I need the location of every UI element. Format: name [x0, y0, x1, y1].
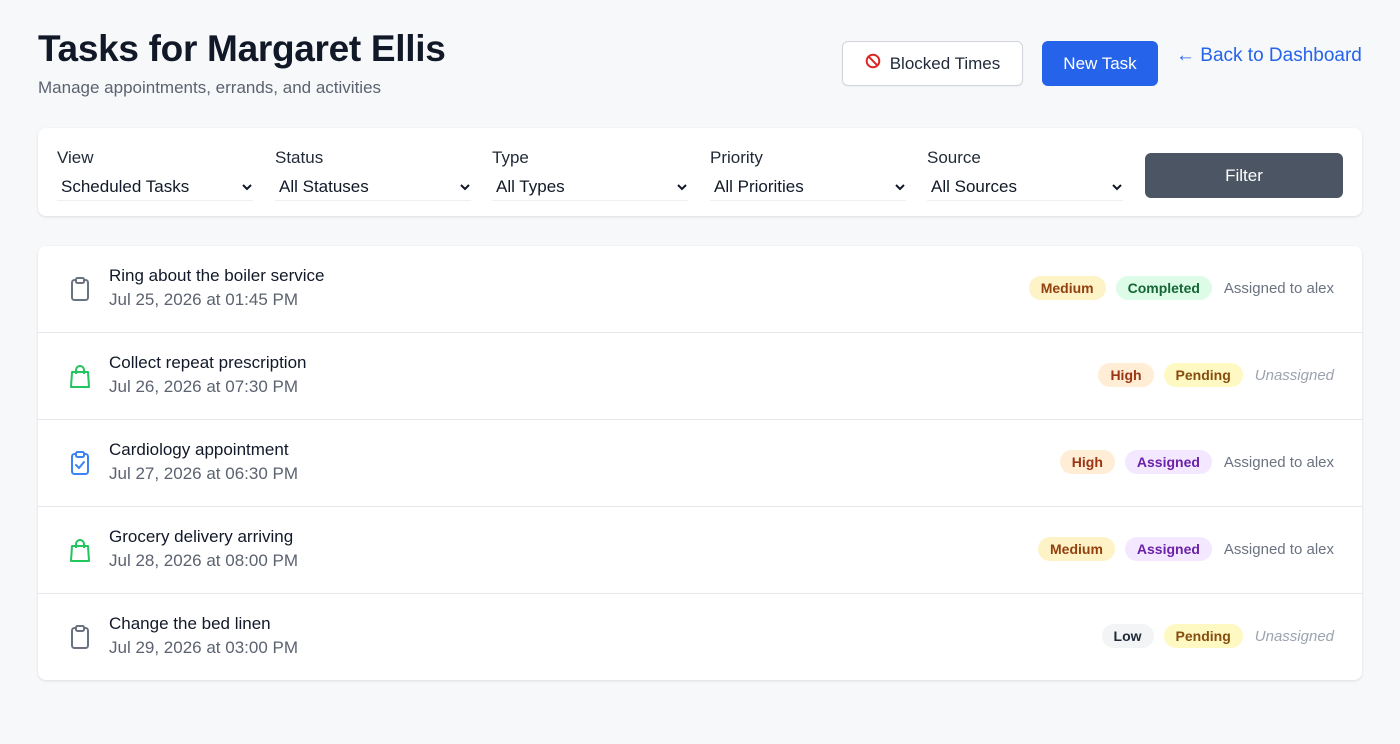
page-subtitle: Manage appointments, errands, and activi… [38, 78, 382, 97]
chevron-down-icon [1112, 184, 1122, 191]
chevron-down-icon [242, 184, 252, 191]
status-badge: Completed [1115, 276, 1212, 300]
assignee-text: Assigned to alex [1223, 540, 1334, 558]
filter-button[interactable]: Filter [1145, 153, 1343, 198]
status-select-value: All Statuses [279, 177, 369, 196]
task-datetime: Jul 28, 2026 at 08:00 PM [109, 551, 299, 570]
filter-source-label: Source [927, 148, 981, 167]
task-meta: Medium Completed Assigned to alex [1028, 276, 1334, 300]
filter-view-label: View [57, 148, 94, 167]
task-datetime: Jul 26, 2026 at 07:30 PM [109, 377, 299, 396]
task-datetime: Jul 25, 2026 at 01:45 PM [109, 290, 299, 309]
status-badge: Pending [1163, 363, 1243, 387]
priority-select[interactable]: All Priorities [710, 174, 906, 201]
filter-view: View Scheduled Tasks [57, 148, 253, 201]
chevron-down-icon [677, 184, 687, 191]
filter-type-label: Type [492, 148, 529, 167]
clipboard-icon [68, 624, 92, 650]
priority-badge: High [1059, 450, 1115, 474]
filter-status: Status All Statuses [275, 148, 471, 201]
shopping-bag-icon [68, 363, 92, 389]
task-list: Ring about the boiler service Jul 25, 20… [38, 246, 1362, 680]
task-meta: High Pending Unassigned [1098, 363, 1334, 387]
task-datetime: Jul 27, 2026 at 06:30 PM [109, 464, 299, 483]
view-select-value: Scheduled Tasks [61, 177, 190, 196]
back-to-dashboard-link[interactable]: ← Back to Dashboard [1176, 45, 1362, 67]
filter-priority-label: Priority [710, 148, 763, 167]
assignee-text: Assigned to alex [1223, 453, 1334, 471]
task-title: Cardiology appointment [109, 440, 289, 459]
task-row[interactable]: Collect repeat prescription Jul 26, 2026… [38, 333, 1362, 420]
filter-type: Type All Types [492, 148, 688, 201]
task-datetime: Jul 29, 2026 at 03:00 PM [109, 638, 299, 657]
assignee-text: Unassigned [1254, 366, 1334, 384]
tasks-page: Tasks for Margaret Ellis Manage appointm… [0, 0, 1400, 744]
task-title: Ring about the boiler service [109, 266, 325, 285]
task-meta: High Assigned Assigned to alex [1059, 450, 1334, 474]
priority-select-value: All Priorities [714, 177, 804, 196]
type-select-value: All Types [496, 177, 565, 196]
filter-priority: Priority All Priorities [710, 148, 906, 201]
shopping-bag-icon [68, 537, 92, 563]
clipboard-icon [68, 276, 92, 302]
source-select[interactable]: All Sources [927, 174, 1123, 201]
chevron-down-icon [460, 184, 470, 191]
task-row[interactable]: Change the bed linen Jul 29, 2026 at 03:… [38, 594, 1362, 680]
task-title: Change the bed linen [109, 614, 271, 633]
priority-badge: Medium [1038, 537, 1115, 561]
view-select[interactable]: Scheduled Tasks [57, 174, 253, 201]
status-badge: Pending [1163, 624, 1243, 648]
task-meta: Medium Assigned Assigned to alex [1038, 537, 1334, 561]
new-task-button[interactable]: New Task [1042, 41, 1158, 86]
priority-badge: Medium [1028, 276, 1106, 300]
filter-source: Source All Sources [927, 148, 1123, 201]
blocked-times-label: Blocked Times [889, 53, 1001, 73]
no-entry-icon [865, 53, 881, 74]
clipboard-check-icon [68, 450, 92, 476]
page-title: Tasks for Margaret Ellis [38, 28, 446, 69]
task-title: Collect repeat prescription [109, 353, 307, 372]
blocked-times-button[interactable]: Blocked Times [842, 41, 1023, 86]
priority-badge: Low [1101, 624, 1154, 648]
task-row[interactable]: Ring about the boiler service Jul 25, 20… [38, 246, 1362, 333]
task-row[interactable]: Cardiology appointment Jul 27, 2026 at 0… [38, 420, 1362, 507]
status-select[interactable]: All Statuses [275, 174, 471, 201]
assignee-text: Assigned to alex [1223, 279, 1334, 297]
status-badge: Assigned [1124, 537, 1212, 561]
filter-bar: View Scheduled Tasks Status All Statuses… [38, 128, 1362, 216]
chevron-down-icon [895, 184, 905, 191]
task-title: Grocery delivery arriving [109, 527, 294, 546]
type-select[interactable]: All Types [492, 174, 688, 201]
status-badge: Assigned [1124, 450, 1212, 474]
filter-status-label: Status [275, 148, 324, 167]
assignee-text: Unassigned [1254, 627, 1334, 645]
priority-badge: High [1098, 363, 1154, 387]
task-row[interactable]: Grocery delivery arriving Jul 28, 2026 a… [38, 507, 1362, 594]
task-meta: Low Pending Unassigned [1101, 624, 1334, 648]
source-select-value: All Sources [931, 177, 1017, 196]
